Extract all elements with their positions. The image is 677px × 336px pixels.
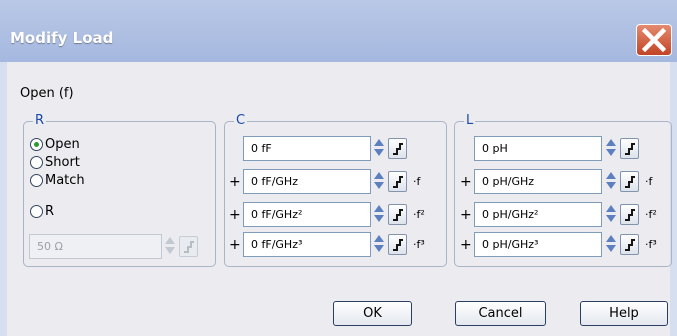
l-suffix-2: ·f² <box>645 208 657 221</box>
l-group-title: L <box>464 113 476 128</box>
radio-match-label: Match <box>45 173 85 188</box>
ok-button[interactable]: OK <box>333 301 412 326</box>
c-spinner-1[interactable] <box>373 169 385 194</box>
r-group-title: R <box>33 113 47 128</box>
radio-match[interactable]: Match <box>30 173 85 188</box>
load-description: Open (f) <box>20 86 74 101</box>
c-plus-1: + <box>229 174 241 190</box>
spin-down-icon <box>606 215 616 222</box>
c-step-button-1[interactable] <box>388 171 407 192</box>
l-plus-3: + <box>460 237 472 253</box>
l-suffix-1: ·f <box>645 175 653 188</box>
step-icon <box>184 241 194 253</box>
step-icon <box>625 143 635 155</box>
l-suffix-3: ·f³ <box>645 238 657 251</box>
l-field-3[interactable]: 0 pH/GHz³ <box>474 232 602 257</box>
l-step-button-0[interactable] <box>620 138 639 159</box>
spin-down-icon <box>606 245 616 252</box>
l-spinner-3[interactable] <box>605 232 617 257</box>
spin-down-icon <box>374 215 384 222</box>
c-step-button-3[interactable] <box>388 234 407 255</box>
spin-down-icon <box>165 247 175 254</box>
close-icon <box>642 28 666 52</box>
spin-up-icon <box>374 172 384 179</box>
l-spinner-0[interactable] <box>605 136 617 161</box>
c-suffix-3: ·f³ <box>413 238 425 251</box>
step-icon <box>625 176 635 188</box>
radio-short-label: Short <box>45 155 80 170</box>
l-field-0[interactable]: 0 pH <box>474 136 602 161</box>
c-field-0[interactable]: 0 fF <box>243 136 371 161</box>
step-icon <box>625 239 635 251</box>
l-field-1[interactable]: 0 pH/GHz <box>474 169 602 194</box>
modify-load-dialog: Modify Load Open (f) R Open Short Match … <box>0 0 677 336</box>
l-spinner-2[interactable] <box>605 202 617 227</box>
title-bar[interactable]: Modify Load <box>0 0 677 62</box>
step-icon <box>393 176 403 188</box>
radio-r-label: R <box>45 204 55 219</box>
l-plus-2: + <box>460 207 472 223</box>
l-plus-1: + <box>460 174 472 190</box>
l-step-button-1[interactable] <box>620 171 639 192</box>
spin-down-icon <box>374 149 384 156</box>
cancel-button[interactable]: Cancel <box>455 301 546 326</box>
step-icon <box>625 209 635 221</box>
l-step-button-3[interactable] <box>620 234 639 255</box>
c-field-3[interactable]: 0 fF/GHz³ <box>243 232 371 257</box>
c-field-1[interactable]: 0 fF/GHz <box>243 169 371 194</box>
c-suffix-2: ·f² <box>413 208 425 221</box>
spin-up-icon <box>374 139 384 146</box>
radio-r-indicator <box>30 205 43 218</box>
radio-r[interactable]: R <box>30 204 54 219</box>
l-spinner-1[interactable] <box>605 169 617 194</box>
c-group-title: C <box>234 113 248 128</box>
spin-up-icon <box>606 205 616 212</box>
l-field-2[interactable]: 0 pH/GHz² <box>474 202 602 227</box>
step-icon <box>393 143 403 155</box>
r-step-button[interactable] <box>179 236 198 257</box>
radio-short-indicator <box>30 156 43 169</box>
c-step-button-2[interactable] <box>388 204 407 225</box>
c-plus-3: + <box>229 237 241 253</box>
l-step-button-2[interactable] <box>620 204 639 225</box>
r-value-field[interactable]: 50 Ω <box>29 234 162 259</box>
step-icon <box>393 239 403 251</box>
c-spinner-3[interactable] <box>373 232 385 257</box>
dialog-title: Modify Load <box>10 29 114 47</box>
spin-down-icon <box>606 149 616 156</box>
c-spinner-0[interactable] <box>373 136 385 161</box>
radio-short[interactable]: Short <box>30 155 80 170</box>
spin-up-icon <box>374 205 384 212</box>
step-icon <box>393 209 403 221</box>
spin-up-icon <box>606 172 616 179</box>
spin-down-icon <box>606 182 616 189</box>
help-button[interactable]: Help <box>580 301 668 326</box>
radio-open-indicator <box>30 138 43 151</box>
spin-down-icon <box>374 182 384 189</box>
close-button[interactable] <box>636 24 672 56</box>
spin-up-icon <box>165 237 175 244</box>
c-plus-2: + <box>229 207 241 223</box>
c-step-button-0[interactable] <box>388 138 407 159</box>
r-value-spinner[interactable] <box>164 234 176 259</box>
c-field-2[interactable]: 0 fF/GHz² <box>243 202 371 227</box>
spin-up-icon <box>374 235 384 242</box>
c-suffix-1: ·f <box>413 175 421 188</box>
radio-match-indicator <box>30 174 43 187</box>
radio-open[interactable]: Open <box>30 137 80 152</box>
spin-up-icon <box>606 139 616 146</box>
spin-up-icon <box>606 235 616 242</box>
radio-open-label: Open <box>45 137 80 152</box>
spin-down-icon <box>374 245 384 252</box>
c-spinner-2[interactable] <box>373 202 385 227</box>
